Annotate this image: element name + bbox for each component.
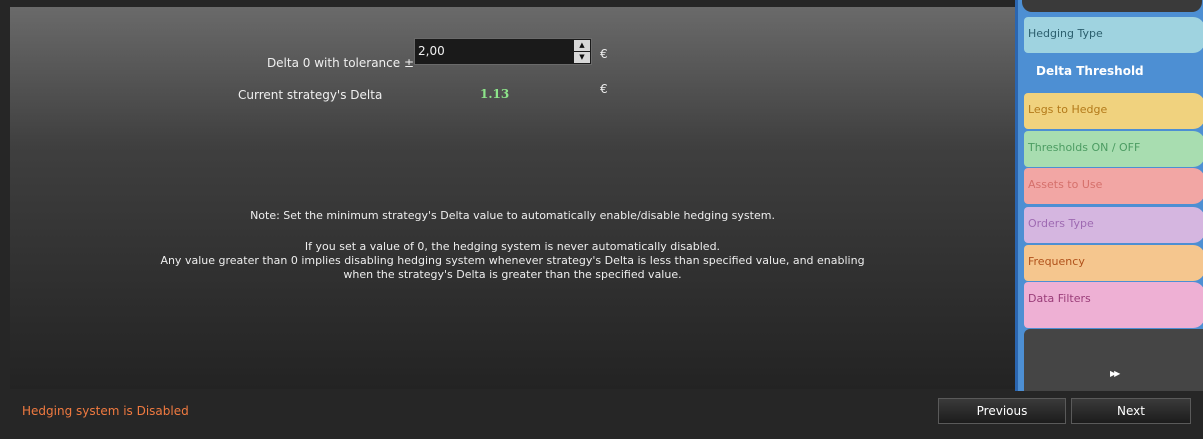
wizard-steps-sidebar: Hedging Type Delta Threshold Legs to Hed… bbox=[1015, 0, 1203, 391]
sidebar-footer: ▶▶ bbox=[1024, 329, 1203, 391]
delta-tolerance-input[interactable] bbox=[418, 41, 568, 61]
spin-up-arrow-icon[interactable]: ▲ bbox=[574, 40, 590, 51]
tab-thresholds-on-off[interactable]: Thresholds ON / OFF bbox=[1024, 131, 1203, 167]
tab-hedging-type[interactable]: Hedging Type bbox=[1024, 17, 1203, 53]
current-delta-unit: € bbox=[600, 82, 608, 96]
fast-forward-icon[interactable]: ▶▶ bbox=[1110, 369, 1120, 378]
next-button[interactable]: Next bbox=[1071, 398, 1191, 424]
delta-unit-label: € bbox=[600, 47, 608, 61]
tab-frequency[interactable]: Frequency bbox=[1024, 245, 1203, 281]
tab-orders-type[interactable]: Orders Type bbox=[1024, 207, 1203, 243]
note-line-2: If you set a value of 0, the hedging sys… bbox=[304, 240, 721, 253]
tab-legs-to-hedge[interactable]: Legs to Hedge bbox=[1024, 93, 1203, 129]
spin-down-arrow-icon[interactable]: ▼ bbox=[574, 52, 590, 63]
sidebar-top-cap bbox=[1022, 0, 1202, 12]
tab-data-filters[interactable]: Data Filters bbox=[1024, 282, 1203, 328]
hedging-status-text: Hedging system is Disabled bbox=[22, 404, 189, 418]
current-delta-value: 1.13 bbox=[480, 87, 510, 101]
note-line-3: Any value greater than 0 implies disabli… bbox=[160, 254, 865, 267]
tab-delta-threshold[interactable]: Delta Threshold bbox=[1024, 54, 1203, 90]
tab-assets-to-use[interactable]: Assets to Use bbox=[1024, 168, 1203, 204]
delta-tolerance-spinbox[interactable]: ▲ ▼ bbox=[414, 38, 592, 65]
current-delta-label: Current strategy's Delta bbox=[238, 88, 383, 102]
previous-button[interactable]: Previous bbox=[938, 398, 1066, 424]
main-panel: Delta 0 with tolerance ± ▲ ▼ € Current s… bbox=[10, 7, 1015, 389]
delta-tolerance-label: Delta 0 with tolerance ± bbox=[266, 56, 414, 70]
note-line-4: when the strategy's Delta is greater tha… bbox=[343, 268, 682, 281]
note-line-1: Note: Set the minimum strategy's Delta v… bbox=[250, 209, 775, 222]
